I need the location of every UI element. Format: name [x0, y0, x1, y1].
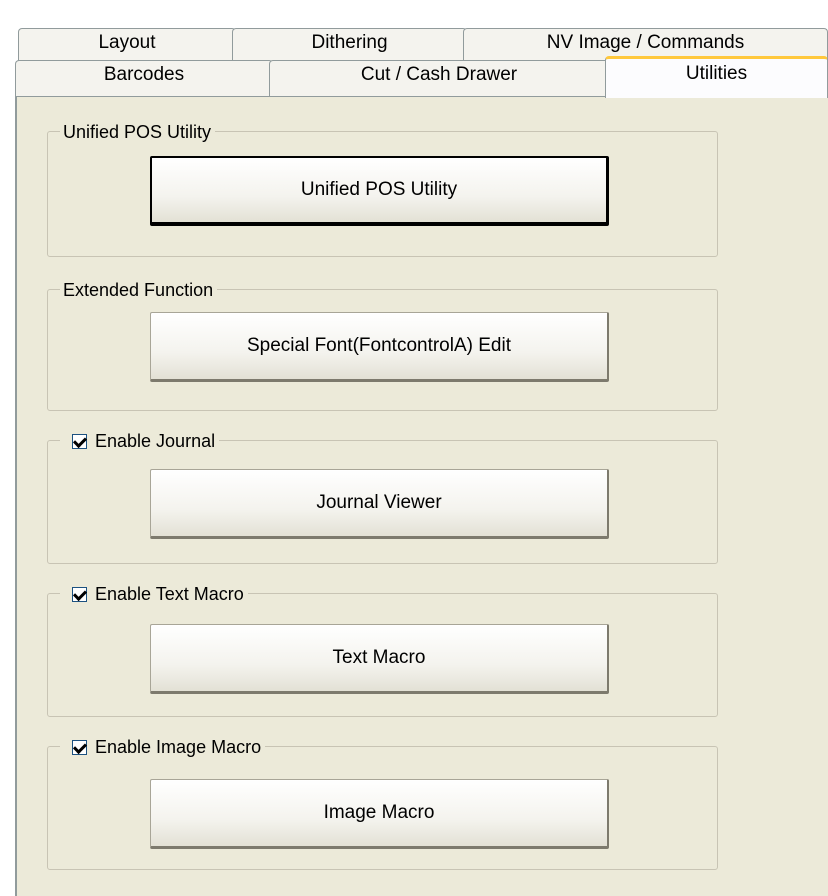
group-journal: Enable Journal Journal Viewer — [47, 429, 718, 564]
group-text-macro: Enable Text Macro Text Macro — [47, 582, 718, 717]
group-extended-function: Extended Function Special Font(Fontcontr… — [47, 278, 718, 411]
image-macro-button[interactable]: Image Macro — [150, 779, 609, 849]
enable-image-macro-checkbox-label[interactable]: Enable Image Macro — [60, 735, 266, 759]
tab-barcodes[interactable]: Barcodes — [15, 60, 273, 98]
journal-viewer-button[interactable]: Journal Viewer — [150, 469, 609, 539]
tab-cut-cash-drawer[interactable]: Cut / Cash Drawer — [269, 60, 609, 98]
group-title: Unified POS Utility — [60, 120, 216, 144]
group-image-macro: Enable Image Macro Image Macro — [47, 735, 718, 870]
tab-dithering[interactable]: Dithering — [232, 28, 467, 64]
unified-pos-utility-button[interactable]: Unified POS Utility — [150, 156, 609, 226]
enable-text-macro-checkbox-label[interactable]: Enable Text Macro — [60, 582, 248, 606]
tab-utilities[interactable]: Utilities — [605, 56, 828, 98]
enable-image-macro-checkbox[interactable] — [72, 739, 87, 755]
enable-journal-checkbox[interactable] — [72, 433, 87, 449]
enable-text-macro-checkbox[interactable] — [72, 586, 87, 602]
text-macro-button[interactable]: Text Macro — [150, 624, 609, 694]
group-unified-pos-utility: Unified POS Utility Unified POS Utility — [47, 120, 718, 257]
group-title-text: Extended Function — [63, 280, 214, 300]
group-title-text: Unified POS Utility — [63, 122, 212, 142]
enable-image-macro-label: Enable Image Macro — [95, 737, 262, 757]
enable-journal-label: Enable Journal — [95, 431, 216, 451]
enable-text-macro-label: Enable Text Macro — [95, 584, 244, 604]
special-font-edit-button[interactable]: Special Font(FontcontrolA) Edit — [150, 312, 609, 382]
group-title: Extended Function — [60, 278, 218, 302]
enable-journal-checkbox-label[interactable]: Enable Journal — [60, 429, 220, 453]
tab-layout[interactable]: Layout — [18, 28, 236, 64]
